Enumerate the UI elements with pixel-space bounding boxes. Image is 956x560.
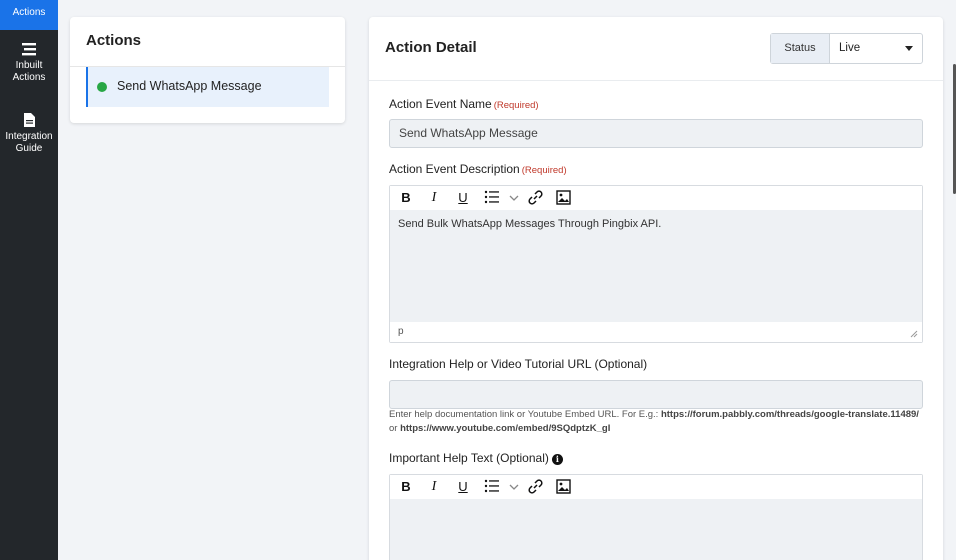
event-name-input[interactable]: Send WhatsApp Message	[389, 119, 923, 148]
actions-panel: Actions Send WhatsApp Message	[70, 17, 345, 123]
bold-button[interactable]: B	[398, 190, 414, 206]
help-url-input[interactable]	[389, 380, 923, 409]
help-note-link-forum[interactable]: https://forum.pabbly.com/threads/google-…	[661, 409, 919, 420]
sidebar-item-integration-guide[interactable]: Integration Guide	[0, 113, 58, 155]
event-name-label: Action Event Name	[389, 97, 492, 111]
status-selector: Status Live	[770, 33, 923, 64]
status-dot-icon	[97, 82, 107, 92]
action-list-item[interactable]: Send WhatsApp Message	[86, 67, 329, 107]
italic-button[interactable]: I	[426, 479, 442, 495]
image-icon	[555, 190, 571, 205]
bullet-list-icon	[484, 479, 499, 493]
editor-statusbar: p	[390, 322, 922, 342]
action-detail-panel: Action Detail Status Live Action Event N…	[369, 17, 943, 560]
help-url-hint: Enter help documentation link or Youtube…	[389, 408, 919, 436]
page-title: Action Detail	[385, 39, 477, 56]
status-dropdown[interactable]: Live	[830, 34, 922, 63]
editor-toolbar: B I U	[390, 186, 922, 210]
help-url-label: Integration Help or Video Tutorial URL (…	[389, 357, 648, 371]
underline-button[interactable]: U	[455, 190, 471, 206]
important-help-label-row: Important Help Text (Optional) i	[389, 451, 563, 465]
sidebar: Actions Inbuilt Actions Integration Guid…	[0, 0, 58, 560]
underline-button[interactable]: U	[455, 479, 471, 495]
event-name-label-row: Action Event Name (Required)	[389, 97, 539, 111]
event-desc-label-row: Action Event Description (Required)	[389, 162, 567, 176]
important-help-label: Important Help Text (Optional)	[389, 451, 549, 465]
info-icon[interactable]: i	[551, 454, 563, 465]
editor-path: p	[398, 326, 404, 337]
resize-handle-icon[interactable]	[910, 330, 918, 338]
bullet-list-button[interactable]	[484, 479, 500, 495]
document-icon	[23, 113, 35, 127]
help-note-link-youtube[interactable]: https://www.youtube.com/embed/9SQdptzK_g…	[400, 423, 610, 434]
status-label: Status	[771, 34, 830, 63]
bullet-list-icon	[484, 190, 499, 204]
sidebar-item-label: Inbuilt Actions	[12, 60, 46, 83]
list-icon	[22, 43, 36, 56]
chevron-down-icon[interactable]	[506, 190, 522, 206]
status-value: Live	[839, 42, 861, 54]
caret-down-icon	[905, 46, 913, 51]
link-icon	[527, 190, 543, 205]
required-tag: (Required)	[521, 165, 567, 176]
sidebar-item-actions[interactable]: Actions	[0, 0, 58, 30]
image-button[interactable]	[555, 479, 571, 495]
important-help-editor[interactable]: B I U	[389, 474, 923, 560]
event-desc-editor[interactable]: B I U Send Bulk WhatsApp Messages Throug…	[389, 185, 923, 343]
bullet-list-button[interactable]	[484, 190, 500, 206]
image-button[interactable]	[555, 190, 571, 206]
actions-panel-title: Actions	[86, 32, 142, 49]
link-icon	[527, 479, 543, 494]
bold-button[interactable]: B	[398, 479, 414, 495]
italic-button[interactable]: I	[426, 190, 442, 206]
link-button[interactable]	[527, 190, 543, 206]
help-note-prefix: Enter help documentation link or Youtube…	[389, 409, 661, 420]
editor-toolbar: B I U	[390, 475, 922, 499]
action-list-item-label: Send WhatsApp Message	[117, 79, 262, 93]
editor-content[interactable]: Send Bulk WhatsApp Messages Through Ping…	[398, 218, 661, 230]
link-button[interactable]	[527, 479, 543, 495]
sidebar-item-label: Integration Guide	[5, 131, 53, 154]
sidebar-item-inbuilt-actions[interactable]: Inbuilt Actions	[0, 42, 58, 84]
required-tag: (Required)	[493, 100, 539, 111]
image-icon	[555, 479, 571, 494]
help-note-or: or	[389, 423, 401, 434]
event-desc-label: Action Event Description	[389, 162, 520, 176]
chevron-down-icon[interactable]	[506, 479, 522, 495]
divider	[369, 80, 943, 81]
